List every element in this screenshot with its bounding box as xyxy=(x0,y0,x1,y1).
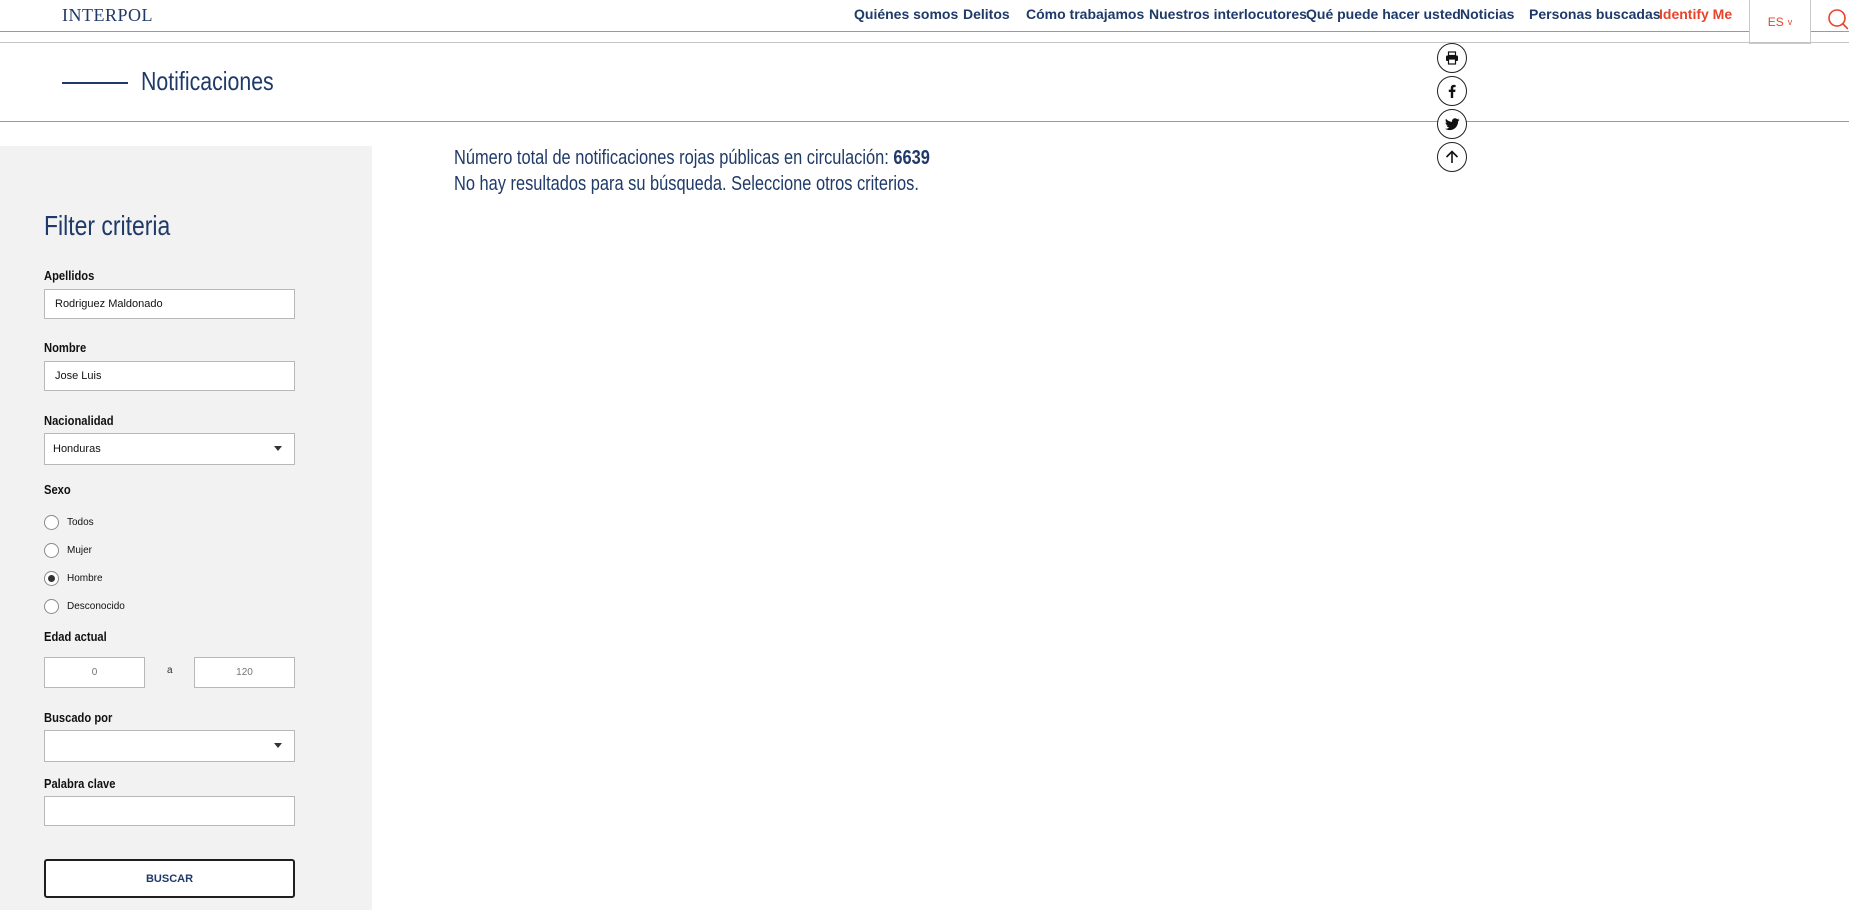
nav-label[interactable]: Nuestros interlocutores xyxy=(1149,6,1307,22)
nav-label[interactable]: Cómo trabajamos xyxy=(1026,6,1144,22)
nationality-select[interactable]: Honduras xyxy=(44,433,295,465)
surname-label: Apellidos xyxy=(44,268,95,283)
nav-item-nuestros-interlocutores[interactable]: Nuestros interlocutores xyxy=(1149,6,1329,26)
sex-option-hombre[interactable]: Hombre xyxy=(44,571,103,586)
sex-option-mujer[interactable]: Mujer xyxy=(44,543,92,558)
header-divider-bottom xyxy=(0,121,1849,122)
radio-button[interactable] xyxy=(44,599,59,614)
nav-item-noticias[interactable]: Noticias xyxy=(1460,6,1536,26)
back-to-top-icon xyxy=(1445,150,1459,163)
nav-item-como-trabajamos[interactable]: Cómo trabajamos xyxy=(1026,6,1166,26)
nationality-selected-value: Honduras xyxy=(53,443,101,455)
sex-option-todos[interactable]: Todos xyxy=(44,515,94,530)
wanted-by-label: Buscado por xyxy=(44,710,113,725)
title-dash xyxy=(62,82,128,84)
results-empty-message: No hay resultados para su búsqueda. Sele… xyxy=(454,173,919,195)
caret-down-icon xyxy=(274,446,282,451)
search-button-label: BUSCAR xyxy=(145,872,194,885)
name-input[interactable] xyxy=(44,361,295,391)
page-title: Notificaciones xyxy=(141,66,274,96)
nav-item-quienes-somos[interactable]: Quiénes somos xyxy=(854,6,980,26)
wanted-by-select[interactable] xyxy=(44,730,295,762)
back-to-top-button[interactable] xyxy=(1437,142,1467,172)
radio-button[interactable] xyxy=(44,515,59,530)
facebook-icon xyxy=(1448,84,1456,98)
age-min-input[interactable] xyxy=(44,657,145,688)
caret-down-icon xyxy=(274,743,282,748)
radio-label: Hombre xyxy=(67,573,103,584)
twitter-share-button[interactable] xyxy=(1437,109,1467,139)
nav-item-delitos[interactable]: Delitos xyxy=(963,6,1032,26)
nav-item-que-puede-hacer-usted[interactable]: Qué puede hacer usted xyxy=(1306,6,1483,26)
keyword-label: Palabra clave xyxy=(44,776,116,791)
radio-button-checked[interactable] xyxy=(44,571,59,586)
nav-label[interactable]: Qué puede hacer usted xyxy=(1306,6,1461,22)
nav-item-identify-me[interactable]: Identify Me xyxy=(1659,6,1754,26)
nav-label[interactable]: Delitos xyxy=(963,6,1010,22)
sex-label: Sexo xyxy=(44,482,71,497)
surname-input[interactable] xyxy=(44,289,295,319)
search-icon[interactable] xyxy=(1826,8,1848,30)
age-label: Edad actual xyxy=(44,629,107,644)
name-label: Nombre xyxy=(44,340,87,355)
results-total-label: Número total de notificaciones rojas púb… xyxy=(454,147,889,169)
header-divider-top xyxy=(0,42,1849,43)
radio-label: Todos xyxy=(67,517,94,528)
filter-title: Filter criteria xyxy=(44,210,171,241)
radio-label: Mujer xyxy=(67,545,93,556)
search-button[interactable]: BUSCAR xyxy=(44,859,295,898)
language-selector[interactable]: ES v xyxy=(1749,0,1811,44)
age-separator: a xyxy=(167,665,173,676)
nav-label[interactable]: Personas buscadas xyxy=(1529,6,1661,22)
age-max-input[interactable] xyxy=(194,657,295,688)
radio-label: Desconocido xyxy=(67,601,125,612)
twitter-icon xyxy=(1444,118,1459,131)
language-label: ES xyxy=(1767,14,1784,29)
nationality-label: Nacionalidad xyxy=(44,413,114,428)
nav-label[interactable]: Noticias xyxy=(1460,6,1514,22)
nav-label[interactable]: Quiénes somos xyxy=(854,6,958,22)
facebook-share-button[interactable] xyxy=(1437,76,1467,106)
interpol-logo[interactable]: INTERPOL xyxy=(62,5,153,26)
sex-option-desconocido[interactable]: Desconocido xyxy=(44,599,125,614)
radio-button[interactable] xyxy=(44,543,59,558)
results-total: Número total de notificaciones rojas púb… xyxy=(454,147,930,170)
results-total-count: 6639 xyxy=(893,147,930,169)
print-icon xyxy=(1446,51,1458,65)
keyword-input[interactable] xyxy=(44,796,295,826)
top-bar: INTERPOL Quiénes somos Delitos Cómo trab… xyxy=(0,0,1849,32)
nav-label[interactable]: Identify Me xyxy=(1659,6,1732,22)
chevron-down-icon: v xyxy=(1787,16,1793,27)
print-button[interactable] xyxy=(1437,43,1467,73)
